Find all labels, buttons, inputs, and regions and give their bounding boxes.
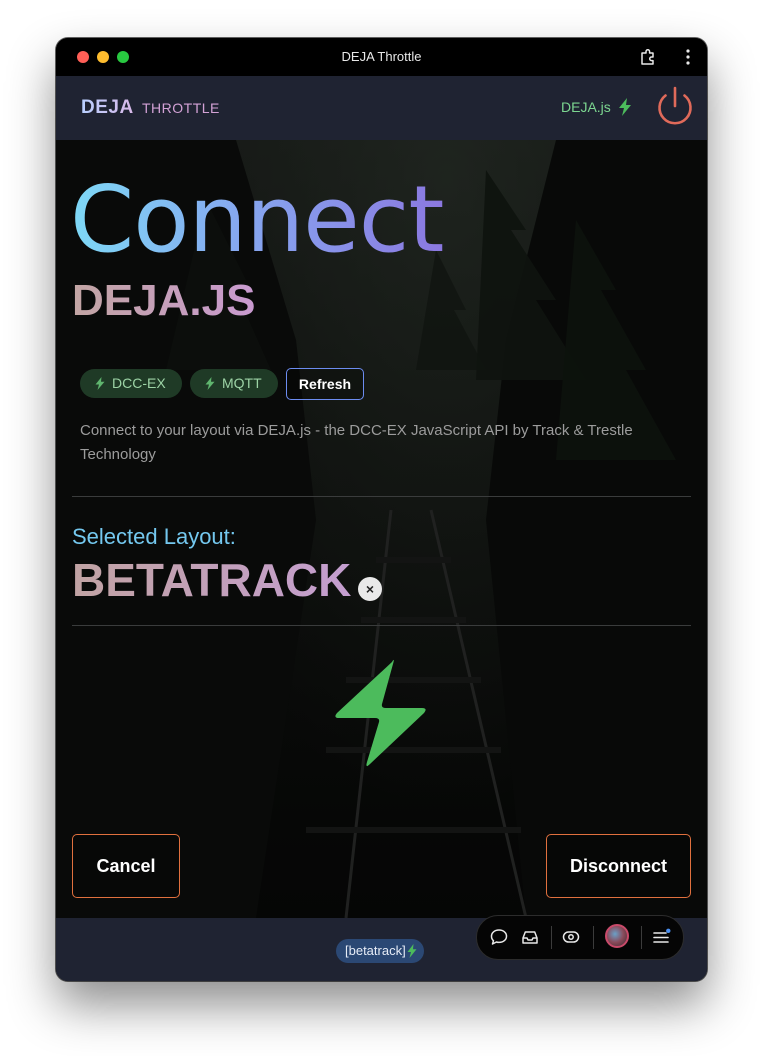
disconnect-button[interactable]: Disconnect (546, 834, 691, 898)
connect-panel: Connect DEJA.JS DCC-EX MQTT Refresh Conn… (56, 140, 707, 918)
app-window: DEJA Throttle DEJA THROTTLE DEJA.js Conn… (56, 38, 707, 981)
selected-layout-name: BETATRACK (72, 554, 352, 606)
eye-icon[interactable] (561, 927, 581, 947)
refresh-button[interactable]: Refresh (286, 368, 364, 400)
connect-description: Connect to your layout via DEJA.js - the… (80, 422, 633, 463)
bolt-icon (95, 377, 105, 390)
chip-label: MQTT (222, 375, 262, 391)
brand-product: THROTTLE (142, 100, 220, 116)
dcc-ex-chip[interactable]: DCC-EX (80, 369, 182, 398)
bolt-icon (205, 377, 215, 390)
divider (72, 496, 691, 497)
avatar[interactable] (605, 924, 629, 948)
dock-separator (551, 926, 552, 949)
connection-status-bolt-icon (335, 659, 426, 767)
page-title: Connect (70, 166, 444, 273)
chat-icon[interactable] (489, 927, 509, 947)
dock-separator (593, 926, 594, 949)
bolt-icon (619, 98, 631, 116)
mqtt-chip[interactable]: MQTT (190, 369, 278, 398)
app-header: DEJA THROTTLE DEJA.js (56, 76, 707, 140)
layout-status-label: [betatrack] (345, 943, 406, 958)
inbox-icon[interactable] (520, 927, 540, 947)
bolt-icon (407, 944, 417, 958)
chip-label: DCC-EX (112, 375, 166, 391)
layout-status-chip[interactable]: [betatrack] (336, 939, 424, 963)
brand-logo[interactable]: DEJA (81, 97, 134, 119)
dock-separator (641, 926, 642, 949)
clear-layout-button[interactable]: × (358, 577, 382, 601)
more-menu-icon[interactable] (680, 48, 696, 66)
footer-bar: [betatrack] (56, 915, 707, 981)
divider (72, 625, 691, 626)
title-bar: DEJA Throttle (56, 38, 707, 76)
window-title: DEJA Throttle (341, 49, 422, 64)
selected-layout-label: Selected Layout: (72, 524, 236, 549)
api-link[interactable]: DEJA.js (561, 99, 611, 115)
menu-icon[interactable] (651, 927, 671, 947)
page-subtitle: DEJA.JS (72, 276, 256, 325)
cancel-button[interactable]: Cancel (72, 834, 180, 898)
power-button[interactable] (653, 84, 697, 128)
extensions-icon[interactable] (639, 48, 657, 66)
floating-dock (476, 915, 684, 960)
